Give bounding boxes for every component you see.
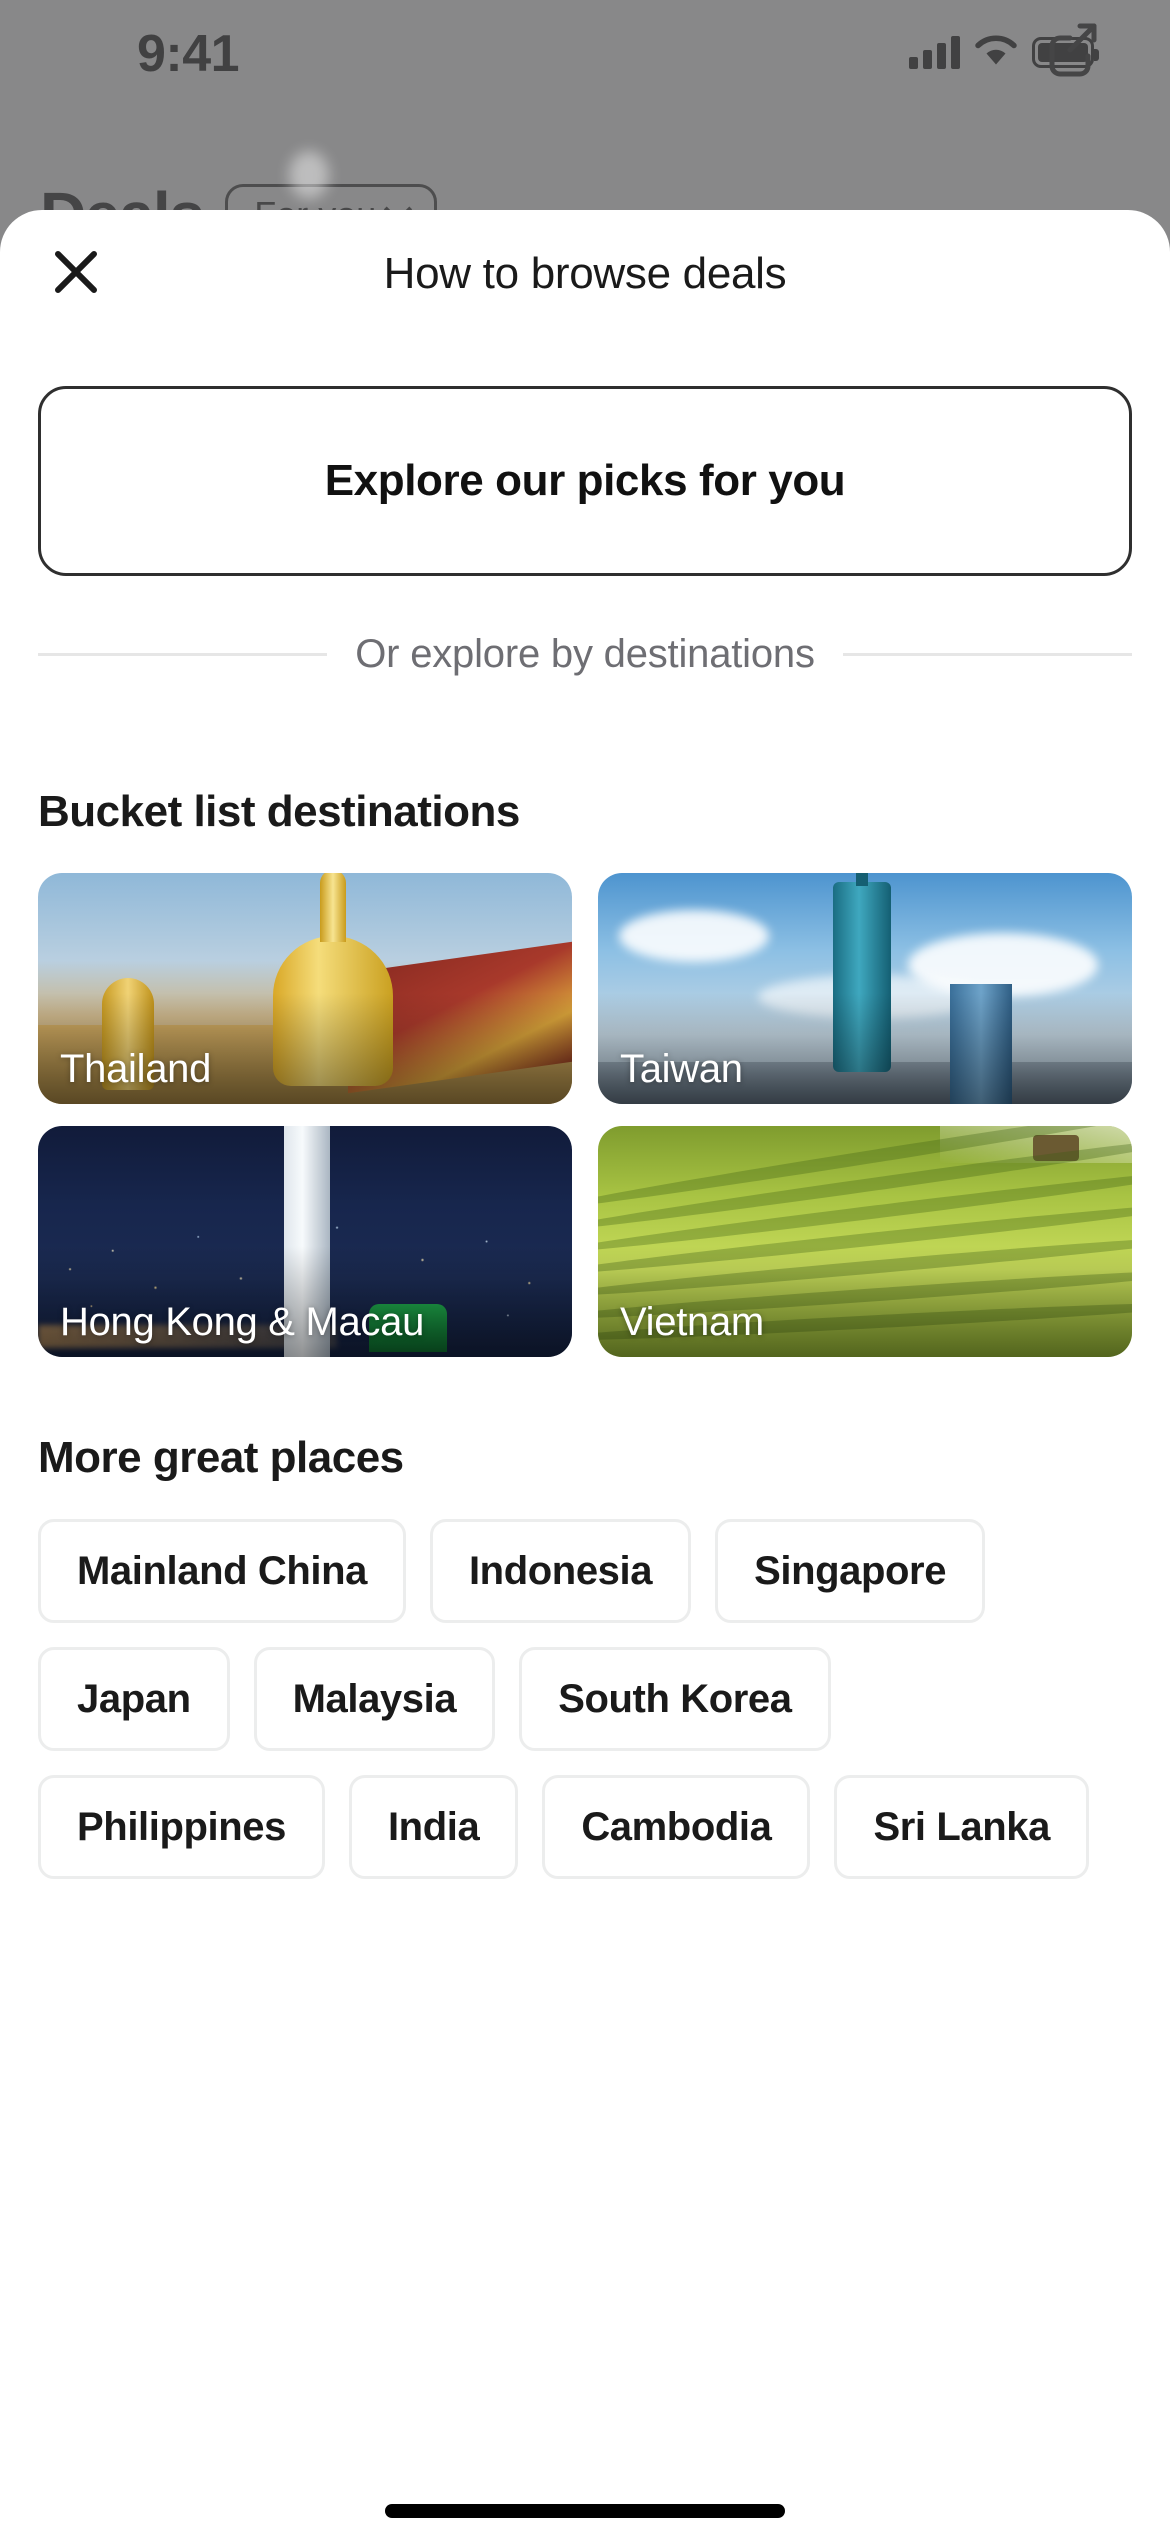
destination-label: Vietnam	[620, 1300, 764, 1344]
chip-philippines[interactable]: Philippines	[38, 1775, 325, 1879]
destination-card-taiwan[interactable]: Taiwan	[598, 873, 1132, 1104]
bucket-list-section-title: Bucket list destinations	[38, 787, 520, 836]
chip-cambodia[interactable]: Cambodia	[542, 1775, 811, 1879]
divider-line-left	[38, 653, 328, 656]
destination-label: Thailand	[60, 1047, 212, 1091]
destination-chip-list: Mainland China Indonesia Singapore Japan…	[38, 1519, 1132, 1879]
how-to-browse-deals-sheet: How to browse deals Explore our picks fo…	[0, 210, 1170, 2532]
destination-label: Hong Kong & Macau	[60, 1300, 425, 1344]
destination-card-thailand[interactable]: Thailand	[38, 873, 572, 1104]
home-indicator[interactable]	[385, 2504, 785, 2518]
chip-singapore[interactable]: Singapore	[715, 1519, 986, 1623]
destination-card-hong-kong-macau[interactable]: Hong Kong & Macau	[38, 1126, 572, 1357]
explore-picks-button[interactable]: Explore our picks for you	[38, 386, 1132, 576]
destination-card-vietnam[interactable]: Vietnam	[598, 1126, 1132, 1357]
chip-malaysia[interactable]: Malaysia	[253, 1647, 496, 1751]
chip-japan[interactable]: Japan	[38, 1647, 230, 1751]
chip-sri-lanka[interactable]: Sri Lanka	[834, 1775, 1089, 1879]
close-icon[interactable]	[38, 234, 114, 310]
destination-card-grid: Thailand Taiwan Hong Kong & Macau Vietna…	[38, 873, 1132, 1357]
chip-mainland-china[interactable]: Mainland China	[38, 1519, 406, 1623]
divider-label: Or explore by destinations	[355, 632, 815, 676]
divider: Or explore by destinations	[38, 632, 1132, 677]
sheet-title: How to browse deals	[383, 249, 787, 298]
divider-line-right	[842, 653, 1132, 656]
more-great-places-section-title: More great places	[38, 1433, 404, 1482]
sheet-header: How to browse deals	[0, 210, 1170, 338]
touch-indicator	[289, 151, 329, 199]
chip-indonesia[interactable]: Indonesia	[429, 1519, 692, 1623]
chip-india[interactable]: India	[348, 1775, 519, 1879]
destination-label: Taiwan	[620, 1047, 743, 1091]
chip-south-korea[interactable]: South Korea	[519, 1647, 831, 1751]
